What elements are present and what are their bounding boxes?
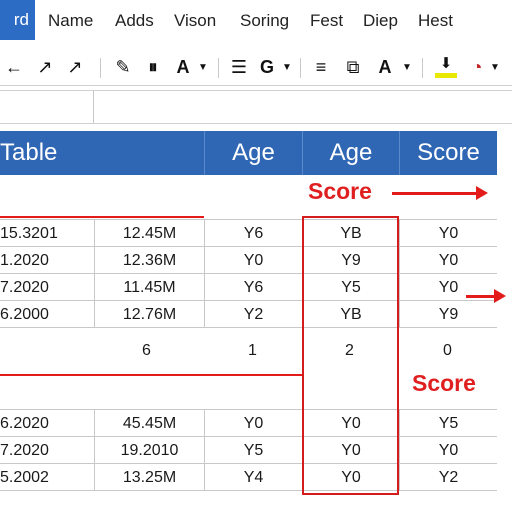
- table-row[interactable]: 1.2020 12.36M Y0 Y9 Y0: [0, 246, 497, 274]
- header-age-2[interactable]: Age: [302, 131, 399, 175]
- table-cell[interactable]: 45.45M: [94, 410, 204, 437]
- table-cell[interactable]: 1.2020: [0, 247, 94, 274]
- count-value: 6: [142, 342, 151, 359]
- table-cell[interactable]: Y2: [399, 464, 497, 491]
- pause-icon[interactable]: ⏸: [142, 54, 164, 80]
- annotation-underline: [0, 216, 204, 218]
- table-cell[interactable]: Y6: [204, 274, 302, 301]
- menu-bar: rd Name Adds Vison Soring Fest Diep Hest: [0, 0, 512, 44]
- toolbar-separator: [100, 58, 101, 78]
- undo-icon[interactable]: ←: [4, 54, 24, 80]
- align-icon[interactable]: ☰: [228, 54, 250, 80]
- table-cell[interactable]: Y0: [399, 437, 497, 464]
- font-a-icon[interactable]: A: [172, 54, 194, 80]
- menu-item-soring[interactable]: Soring: [240, 11, 289, 31]
- table-cell[interactable]: 12.36M: [94, 247, 204, 274]
- table-cell[interactable]: Y0: [204, 247, 302, 274]
- annotation-highlight-box: [302, 216, 399, 495]
- download-arrow: ⬇: [439, 55, 453, 72]
- header-age-1[interactable]: Age: [204, 131, 302, 175]
- menu-item-adds[interactable]: Adds: [115, 11, 154, 31]
- chevron-down-icon[interactable]: ▼: [488, 54, 502, 80]
- chevron-down-icon[interactable]: ▼: [280, 54, 294, 80]
- table-cell[interactable]: Y0: [399, 220, 497, 247]
- table-cell[interactable]: 12.76M: [94, 301, 204, 328]
- table-cell[interactable]: Y4: [204, 464, 302, 491]
- menu-item-hest[interactable]: Hest: [418, 11, 453, 31]
- chevron-down-icon[interactable]: ▼: [400, 54, 414, 80]
- chevron-down-icon[interactable]: ▼: [196, 54, 210, 80]
- menu-item-name[interactable]: Name: [48, 11, 93, 31]
- table-cell[interactable]: Y0: [399, 247, 497, 274]
- pointer-arrow-icon[interactable]: ↗: [64, 54, 86, 80]
- table-cell[interactable]: 7.2020: [0, 274, 94, 301]
- arrow-up-right-icon[interactable]: ↗: [34, 54, 56, 80]
- table-cell[interactable]: Y9: [399, 301, 497, 328]
- table-cell[interactable]: Y2: [204, 301, 302, 328]
- table-cell[interactable]: 12.45M: [94, 220, 204, 247]
- name-box[interactable]: [0, 91, 94, 123]
- font-g-icon[interactable]: G: [256, 54, 278, 80]
- annotation-score-bottom: Score: [412, 370, 476, 396]
- formula-bar: [0, 90, 512, 124]
- toolbar-separator: [218, 58, 219, 78]
- grid-line: [0, 327, 497, 328]
- table-row[interactable]: 15.3201 12.45M Y6 YB Y0: [0, 219, 497, 247]
- annotation-arrow-right: [466, 289, 506, 303]
- clock-icon[interactable]: ◔: [466, 54, 488, 80]
- download-icon[interactable]: ⬇: [434, 54, 458, 80]
- highlight-bar: [435, 73, 457, 78]
- table-cell[interactable]: 19.2010: [94, 437, 204, 464]
- table-row[interactable]: 6.2000 12.76M Y2 YB Y9: [0, 300, 497, 328]
- annotation-arrow-right: [392, 186, 488, 200]
- image-icon[interactable]: ⧉: [342, 54, 364, 80]
- table-cell[interactable]: 6.2020: [0, 410, 94, 437]
- table-title: Table: [0, 139, 58, 166]
- count-value: 0: [443, 342, 452, 359]
- toolbar-separator: [422, 58, 423, 78]
- table-cell[interactable]: 15.3201: [0, 220, 94, 247]
- table-cell[interactable]: 5.2002: [0, 464, 94, 491]
- pen-icon[interactable]: ✎: [112, 54, 134, 80]
- table-cell[interactable]: 6.2000: [0, 301, 94, 328]
- table-cell[interactable]: 11.45M: [94, 274, 204, 301]
- toolbar: ← ↗ ↗ ✎ ⏸ A ▼ ☰ G ▼ ≡ ⧉ A ▼ ⬇ ◔ ▼: [0, 48, 512, 86]
- table-row[interactable]: 5.2002 13.25M Y4 Y0 Y2: [0, 463, 497, 491]
- table-row[interactable]: 7.2020 11.45M Y6 Y5 Y0: [0, 273, 497, 301]
- table-cell[interactable]: 13.25M: [94, 464, 204, 491]
- menu-item-vison[interactable]: Vison: [174, 11, 216, 31]
- menu-item-fest[interactable]: Fest: [310, 11, 343, 31]
- table-cell[interactable]: Y5: [204, 437, 302, 464]
- font-color-icon[interactable]: A: [374, 54, 396, 80]
- table-row[interactable]: 6.2020 45.45M Y0 Y0 Y5: [0, 409, 497, 437]
- table-cell[interactable]: Y5: [399, 410, 497, 437]
- annotation-score-top: Score: [308, 178, 372, 204]
- count-value: 1: [248, 342, 257, 359]
- table-cell[interactable]: Y0: [204, 410, 302, 437]
- header-score[interactable]: Score: [399, 131, 497, 175]
- grid-line: [0, 490, 497, 491]
- annotation-line: [0, 374, 302, 376]
- toolbar-separator: [300, 58, 301, 78]
- menu-item-diep[interactable]: Diep: [363, 11, 398, 31]
- app-tab[interactable]: rd: [0, 0, 35, 40]
- table-cell[interactable]: Y6: [204, 220, 302, 247]
- table-row[interactable]: 7.2020 19.2010 Y5 Y0 Y0: [0, 436, 497, 464]
- list-icon[interactable]: ≡: [310, 54, 332, 80]
- table-cell[interactable]: 7.2020: [0, 437, 94, 464]
